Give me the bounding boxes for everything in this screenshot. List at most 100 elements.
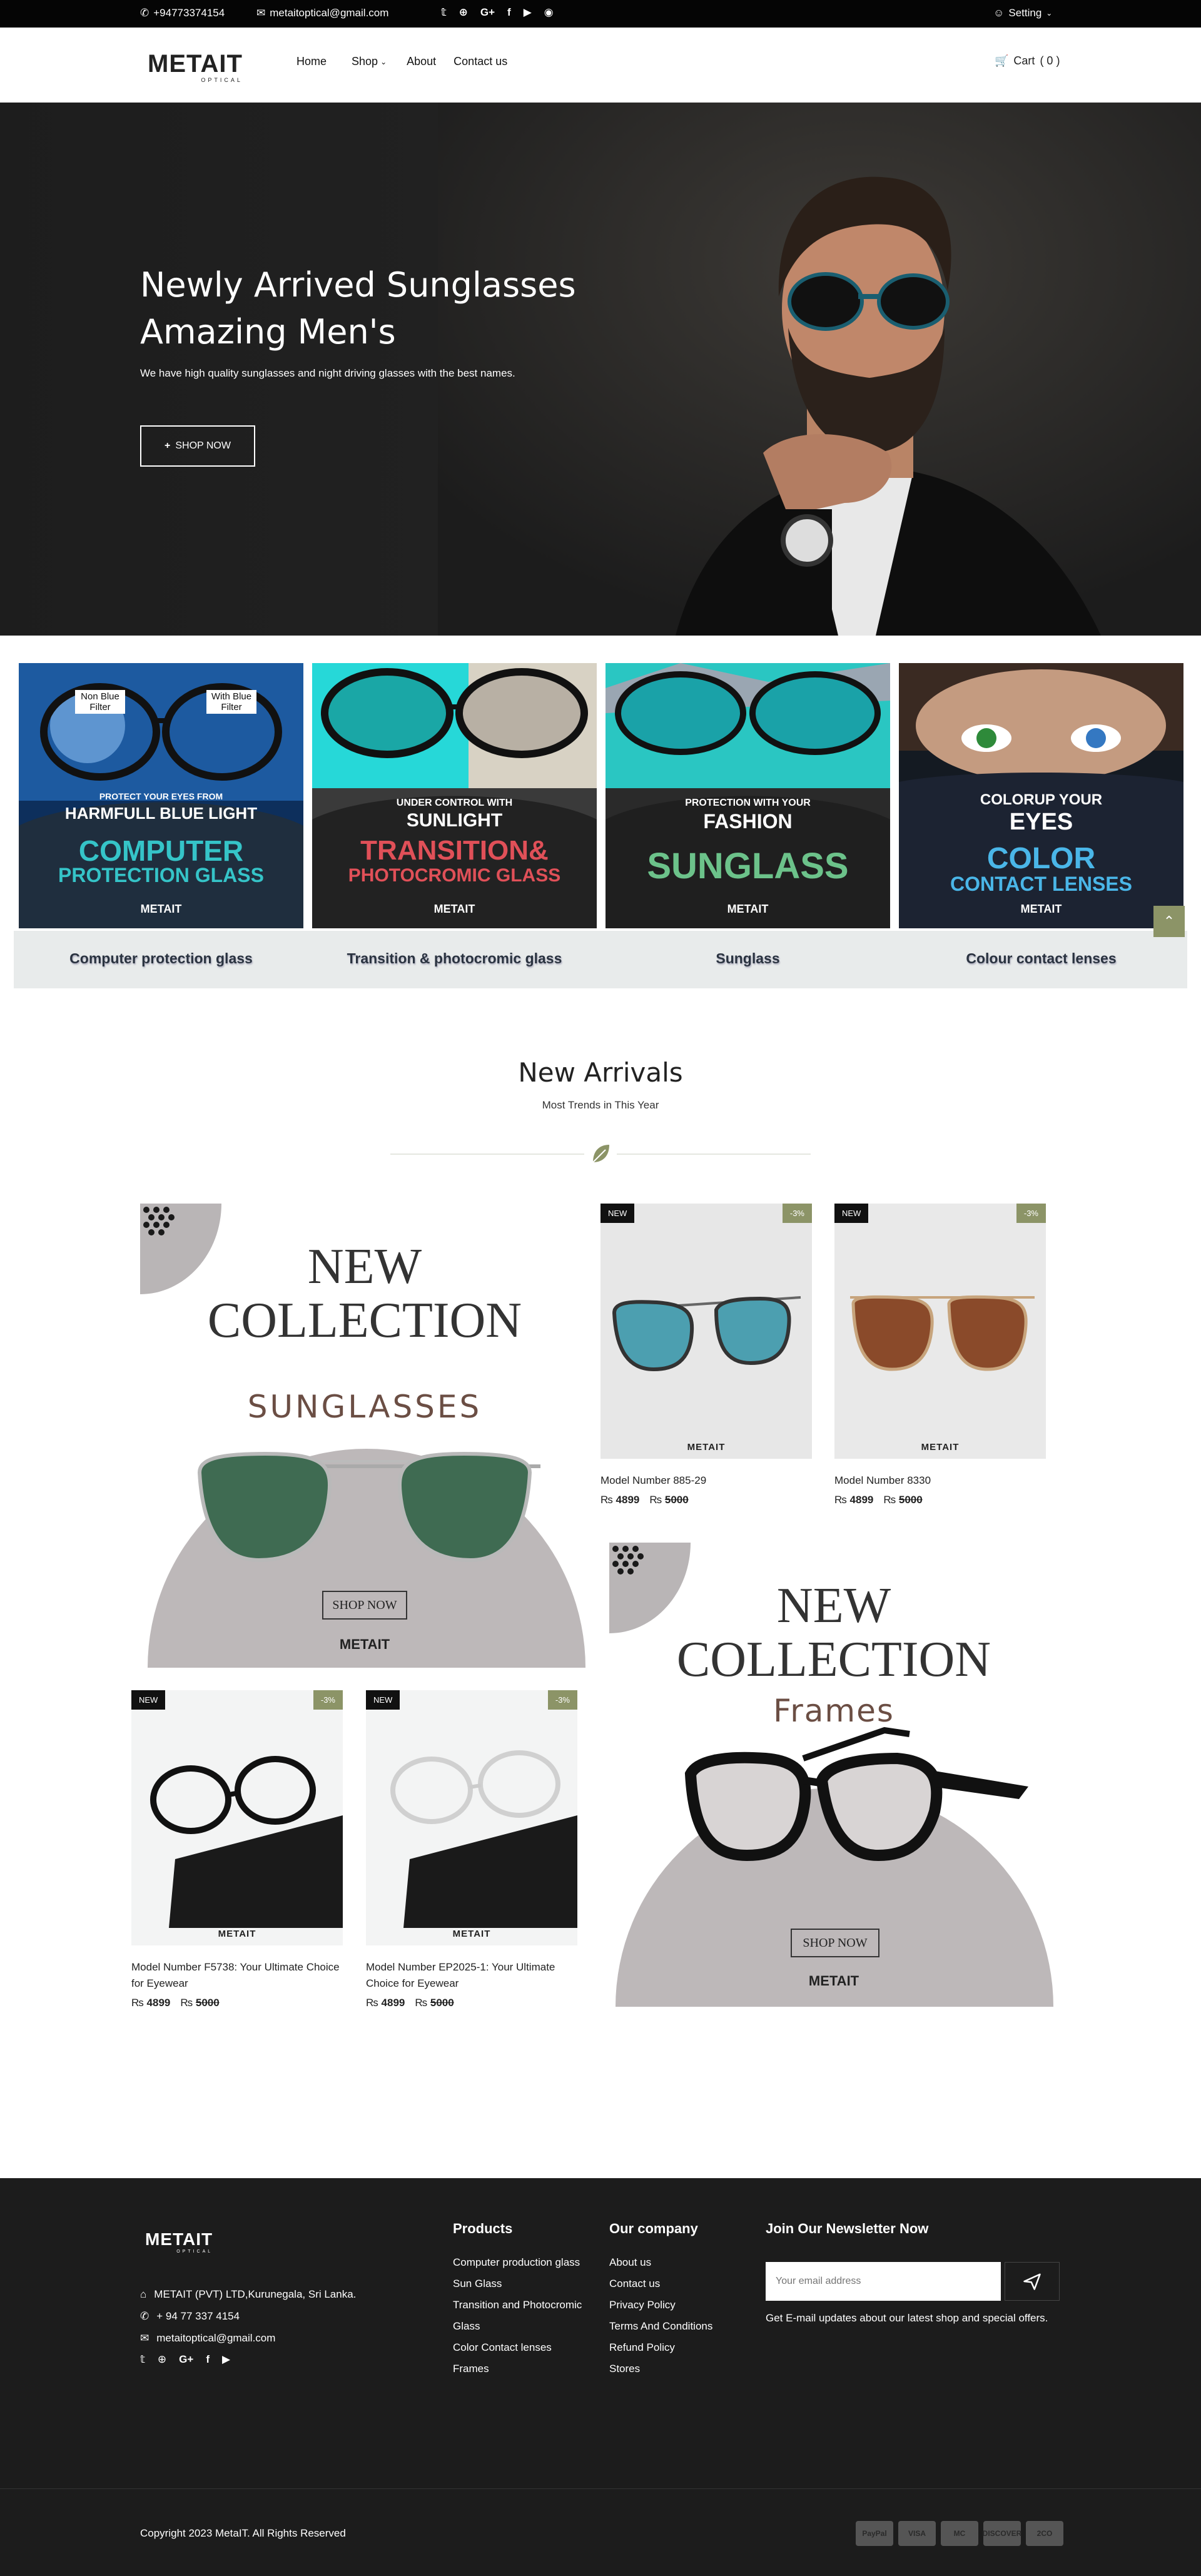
chevron-down-icon: ⌄ — [380, 57, 387, 66]
product-image[interactable]: NEW -3% METAIT — [600, 1204, 812, 1459]
site-logo[interactable]: METAIT OPTICAL — [148, 51, 243, 83]
footer-link[interactable]: Privacy Policy — [609, 2295, 747, 2316]
footer-divider — [0, 2488, 1201, 2489]
facebook-icon[interactable]: f — [507, 6, 511, 19]
new-badge: NEW — [131, 1690, 166, 1710]
product-image[interactable]: NEW -3% METAIT — [131, 1690, 343, 1945]
newsletter-submit-button[interactable] — [1005, 2262, 1060, 2301]
product-name[interactable]: Model Number 885-29 — [600, 1473, 812, 1489]
footer-link[interactable]: Stores — [609, 2358, 747, 2380]
product-logo: METAIT — [452, 1929, 491, 1939]
product-name[interactable]: Model Number EP2025-1: Your Ultimate Cho… — [366, 1959, 577, 1992]
product-price: ₨ 4899 ₨ 5000 — [600, 1494, 689, 1506]
plus-icon: + — [165, 440, 171, 451]
home-icon: ⌂ — [140, 2288, 147, 2300]
product-price: ₨ 4899 ₨ 5000 — [131, 1997, 220, 2009]
section-subtitle: Most Trends in This Year — [542, 1099, 659, 1111]
footer-link[interactable]: Computer production glass — [453, 2252, 584, 2273]
phone-icon: ✆ — [140, 2310, 149, 2322]
category-label[interactable]: Computer protection glass — [19, 950, 303, 967]
send-icon — [1023, 2273, 1041, 2290]
shop-now-button[interactable]: SHOP NOW — [322, 1591, 407, 1620]
hero-description: We have high quality sunglasses and nigh… — [140, 367, 515, 379]
scroll-to-top-button[interactable]: ⌃ — [1153, 906, 1185, 937]
category-label[interactable]: Transition & photocromic glass — [312, 950, 597, 967]
footer-link[interactable]: Contact us — [609, 2273, 747, 2295]
product-photo — [131, 1690, 343, 1945]
footer-phone[interactable]: ✆ + 94 77 337 4154 — [140, 2310, 240, 2323]
footer-email[interactable]: ✉ metaitoptical@gmail.com — [140, 2332, 275, 2345]
cart-button[interactable]: 🛒 Cart ( 0 ) — [995, 54, 1060, 68]
category-label[interactable]: Colour contact lenses — [899, 950, 1183, 967]
footer-link[interactable]: Frames — [453, 2358, 584, 2380]
discount-badge: -3% — [1016, 1204, 1046, 1223]
product-image[interactable]: NEW -3% METAIT — [834, 1204, 1046, 1459]
footer-link[interactable]: Sun Glass — [453, 2273, 584, 2295]
shop-now-button[interactable]: + SHOP NOW — [140, 425, 255, 467]
newsletter-email-input[interactable] — [766, 2262, 1001, 2301]
mail-icon: ✉ — [256, 7, 266, 19]
rss-icon[interactable]: ⊕ — [158, 2353, 166, 2366]
product-photo — [600, 1204, 812, 1459]
site-footer: METAIT OPTICAL ⌂ METAIT (PVT) LTD,Kurune… — [0, 2178, 1201, 2576]
nav-home[interactable]: Home — [296, 55, 327, 68]
footer-link[interactable]: About us — [609, 2252, 747, 2273]
discount-badge: -3% — [782, 1204, 812, 1223]
google-plus-icon[interactable]: G+ — [179, 2353, 193, 2366]
nav-contact[interactable]: Contact us — [454, 55, 507, 68]
setting-dropdown[interactable]: ☺ Setting ⌄ — [993, 7, 1052, 19]
discount-badge: -3% — [547, 1690, 577, 1710]
footer-link[interactable]: Transition and Photocromic Glass — [453, 2295, 584, 2337]
youtube-icon[interactable]: ▶ — [222, 2353, 230, 2366]
youtube-icon[interactable]: ▶ — [524, 6, 532, 19]
site-header: METAIT OPTICAL Home Shop ⌄ About Contact … — [0, 28, 1201, 103]
twitter-icon[interactable]: 𝕥 — [441, 6, 447, 19]
product-card[interactable]: NEW -3% METAIT Model Number 8330 ₨ 4899 … — [834, 1204, 1046, 1506]
collection-banner-sunglasses[interactable]: NEW COLLECTION SUNGLASSES SHOP NOW METAI… — [140, 1204, 589, 1668]
rss-icon[interactable]: ⊕ — [459, 6, 468, 19]
category-card-sunglass[interactable]: PROTECTION WITH YOUR FASHION SUNGLASS ME… — [606, 663, 890, 928]
cart-icon: 🛒 — [995, 54, 1009, 67]
google-plus-icon[interactable]: G+ — [480, 6, 495, 19]
footer-logo[interactable]: METAIT OPTICAL — [145, 2231, 213, 2254]
product-photo — [366, 1690, 577, 1945]
hero-banner: Newly Arrived Sunglasses Amazing Men's We… — [0, 103, 1201, 636]
discount-badge: -3% — [313, 1690, 343, 1710]
topbar-email[interactable]: ✉ metaitoptical@gmail.com — [256, 7, 388, 19]
copyright: Copyright 2023 MetaIT. All Rights Reserv… — [140, 2527, 346, 2539]
category-image — [606, 663, 890, 928]
product-price: ₨ 4899 ₨ 5000 — [366, 1997, 454, 2009]
product-card[interactable]: NEW -3% METAIT Model Number 885-29 ₨ 489… — [600, 1204, 812, 1506]
category-card-computer[interactable]: Non Blue Filter With Blue Filter PROTECT… — [19, 663, 303, 928]
new-badge: NEW — [600, 1204, 635, 1223]
new-badge: NEW — [834, 1204, 869, 1223]
nav-about[interactable]: About — [407, 55, 436, 68]
rupee-icon: ₨ — [834, 1494, 847, 1506]
product-card[interactable]: NEW -3% METAIT Model Number F5738: Your … — [131, 1690, 343, 2009]
category-label[interactable]: Sunglass — [606, 950, 890, 967]
footer-link[interactable]: Color Contact lenses — [453, 2337, 584, 2358]
nav-shop[interactable]: Shop ⌄ — [352, 55, 387, 68]
paypal-icon: PayPal — [856, 2521, 893, 2546]
banner-heading: NEW COLLECTION — [676, 1578, 991, 1687]
footer-link[interactable]: Terms And Conditions — [609, 2316, 747, 2337]
collection-banner-frames[interactable]: NEW COLLECTION Frames SHOP NOW METAIT — [609, 1543, 1058, 2007]
category-card-transition[interactable]: UNDER CONTROL WITH SUNLIGHT TRANSITION& … — [312, 663, 597, 928]
product-name[interactable]: Model Number F5738: Your Ultimate Choice… — [131, 1959, 343, 1992]
category-card-contact-lenses[interactable]: COLORUP YOUR EYES COLOR CONTACT LENSES M… — [899, 663, 1183, 928]
instagram-icon[interactable]: ◉ — [544, 6, 554, 19]
product-image[interactable]: NEW -3% METAIT — [366, 1690, 577, 1945]
shop-now-button[interactable]: SHOP NOW — [791, 1929, 879, 1957]
category-image — [312, 663, 597, 928]
rupee-icon: ₨ — [180, 1997, 193, 2009]
topbar-phone[interactable]: ✆ +94773374154 — [140, 7, 225, 19]
banner-logo: METAIT — [339, 1636, 390, 1652]
facebook-icon[interactable]: f — [206, 2353, 210, 2366]
twitter-icon[interactable]: 𝕥 — [140, 2353, 145, 2366]
product-name[interactable]: Model Number 8330 — [834, 1473, 1046, 1489]
banner-logo: METAIT — [808, 1973, 859, 1989]
product-card[interactable]: NEW -3% METAIT Model Number EP2025-1: Yo… — [366, 1690, 577, 2009]
new-badge: NEW — [366, 1690, 400, 1710]
footer-link[interactable]: Refund Policy — [609, 2337, 747, 2358]
footer-products-list: Computer production glass Sun Glass Tran… — [453, 2252, 584, 2380]
